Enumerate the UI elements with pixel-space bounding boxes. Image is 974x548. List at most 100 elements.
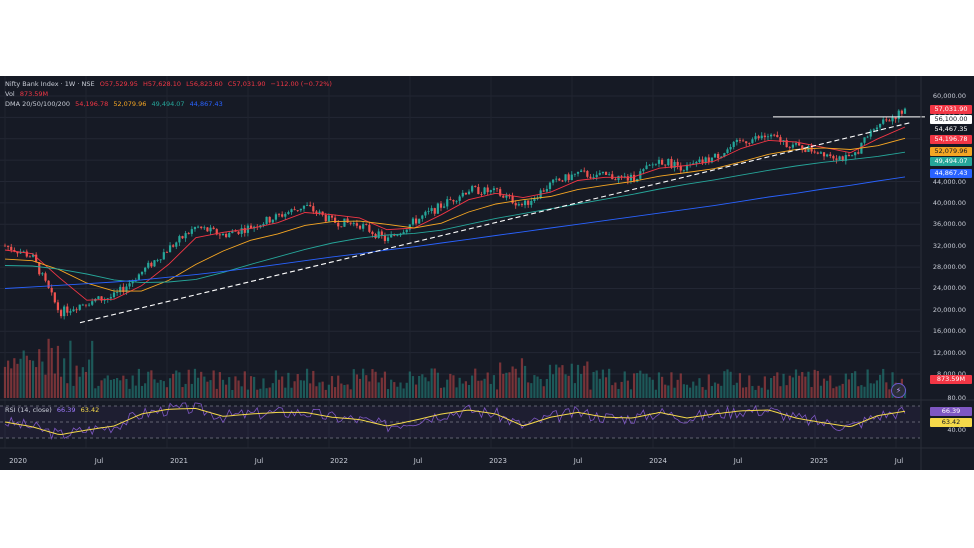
volume-bar <box>100 380 103 398</box>
volume-bar <box>502 373 505 398</box>
volume-bar <box>480 380 483 398</box>
rsi-tag: 66.39 <box>930 407 972 416</box>
volume-bar <box>555 364 558 398</box>
volume-bar <box>206 381 209 398</box>
candle-body <box>517 204 520 206</box>
candle-body <box>614 179 617 181</box>
candle-body <box>302 205 306 209</box>
chart-panel[interactable]: Nifty Bank Index · 1W · NSE O57,529.95 H… <box>0 76 974 470</box>
dma50-value: 52,079.96 <box>113 100 147 108</box>
candle-body <box>726 149 729 154</box>
candle-body <box>745 141 748 144</box>
volume-bar <box>847 379 851 398</box>
trendline <box>79 122 911 324</box>
symbol-label: Nifty Bank Index · 1W · NSE <box>5 80 95 88</box>
volume-bar <box>78 376 81 398</box>
candle-body <box>175 242 178 247</box>
candle-body <box>368 224 371 232</box>
volume-bar <box>545 378 548 398</box>
candle-body <box>330 215 334 218</box>
volume-bar <box>268 387 271 398</box>
candle-body <box>570 174 573 181</box>
candle-body <box>766 136 770 138</box>
volume-bar <box>28 360 32 398</box>
candle-body <box>592 177 595 178</box>
volume-bar <box>16 363 19 398</box>
volume-bar <box>492 375 496 398</box>
volume-bar <box>642 373 645 398</box>
volume-bar <box>125 378 128 398</box>
candle-body <box>337 222 340 227</box>
volume-bar <box>7 360 10 398</box>
volume-bar <box>704 389 707 398</box>
volume-bar <box>203 376 206 398</box>
candle-body <box>427 210 430 212</box>
volume-bar <box>539 379 542 398</box>
volume-bar <box>414 384 418 398</box>
candle-body <box>443 206 446 208</box>
volume-bar <box>134 385 137 398</box>
volume-bar <box>256 389 259 398</box>
candle-body <box>611 174 614 180</box>
candle-body <box>116 292 119 293</box>
candle-body <box>499 189 502 196</box>
candle-body <box>471 186 474 192</box>
volume-bar <box>59 376 63 398</box>
volume-bar <box>159 379 162 398</box>
candle-body <box>773 134 776 136</box>
volume-bar <box>168 378 172 398</box>
time-axis-label: Jul <box>254 457 264 465</box>
candle-body <box>791 144 794 148</box>
candle-body <box>327 215 330 222</box>
volume-bar <box>399 382 402 398</box>
volume-tag: 873.59M <box>930 375 972 384</box>
volume-bar <box>738 373 742 398</box>
volume-bar <box>745 387 748 398</box>
volume-bar <box>586 361 589 398</box>
price-chart[interactable] <box>0 76 974 470</box>
candle-body <box>72 309 75 312</box>
volume-bar <box>446 379 449 398</box>
volume-bar <box>645 373 648 398</box>
candle-body <box>78 304 81 310</box>
candle-body <box>455 200 458 202</box>
candle-body <box>474 186 477 188</box>
volume-bar <box>875 380 879 398</box>
volume-bar <box>548 364 552 398</box>
candle-body <box>383 235 387 241</box>
candle-body <box>436 203 439 214</box>
candle-body <box>287 212 290 214</box>
volume-bar <box>165 387 169 398</box>
candle-body <box>47 280 50 288</box>
volume-bar <box>798 375 801 398</box>
volume-bar <box>452 375 455 398</box>
volume-bar <box>449 373 452 398</box>
price-axis-label: 44,000.00 <box>932 177 966 186</box>
volume-bar <box>514 368 517 398</box>
candle-body <box>352 223 355 224</box>
dma200-value: 44,867.43 <box>189 100 223 108</box>
candle-body <box>430 208 433 211</box>
candle-body <box>695 161 698 164</box>
candle-body <box>530 201 533 205</box>
price-axis-label: 40.00 <box>947 426 966 434</box>
candle-body <box>411 218 415 225</box>
volume-bar <box>461 383 464 398</box>
volume-bar <box>483 378 486 398</box>
candle-body <box>617 175 620 181</box>
volume-bar <box>330 376 334 398</box>
volume-bar <box>365 375 368 398</box>
candle-body <box>676 161 679 166</box>
flash-icon[interactable]: ⚡ <box>891 383 906 398</box>
volume-bar <box>779 386 782 398</box>
candle-body <box>458 196 461 201</box>
candle-body <box>156 260 159 262</box>
candle-body <box>196 226 200 228</box>
candle-body <box>900 110 903 114</box>
candle-body <box>878 123 882 128</box>
volume-bar <box>682 384 685 398</box>
change-value: −112.00 (−0.72%) <box>270 80 332 88</box>
volume-bar <box>807 371 810 398</box>
candle-body <box>418 218 421 224</box>
volume-bar <box>595 370 598 398</box>
